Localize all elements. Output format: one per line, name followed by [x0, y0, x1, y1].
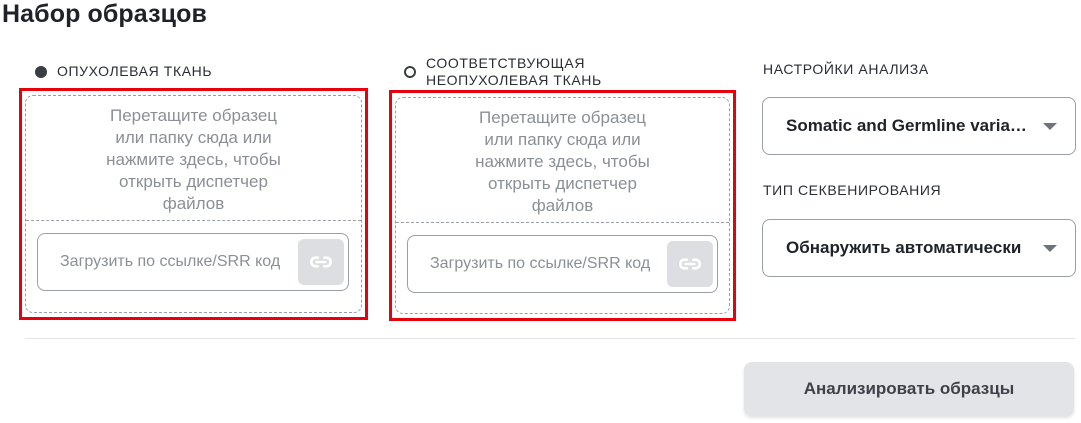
link-icon — [678, 258, 702, 270]
analysis-settings-value: Somatic and Germline variants — [786, 116, 1035, 135]
analysis-settings-label: НАСТРОЙКИ АНАЛИЗА — [763, 61, 929, 77]
page-title: Набор образцов — [2, 0, 207, 28]
analysis-settings-select[interactable]: Somatic and Germline variants — [762, 97, 1076, 155]
normal-dropzone-divider — [396, 222, 729, 223]
tumor-drop-text: Перетащите образец или папку сюда или на… — [106, 106, 281, 213]
normal-drop-text: Перетащите образец или папку сюда или на… — [475, 108, 650, 215]
tumor-dropzone[interactable]: Перетащите образец или папку сюда или на… — [25, 95, 362, 313]
normal-label[interactable]: СООТВЕТСТВУЮЩАЯ НЕОПУХОЛЕВАЯ ТКАНЬ — [404, 55, 602, 89]
sequencing-type-select[interactable]: Обнаружить автоматически — [762, 219, 1076, 277]
normal-dropzone[interactable]: Перетащите образец или папку сюда или на… — [395, 97, 730, 314]
chevron-down-icon — [1043, 245, 1057, 252]
normal-label-text: СООТВЕТСТВУЮЩАЯ НЕОПУХОЛЕВАЯ ТКАНЬ — [426, 55, 602, 88]
normal-link-button[interactable] — [667, 241, 713, 287]
section-divider — [25, 338, 1075, 339]
sequencing-type-value: Обнаружить автоматически — [786, 238, 1022, 257]
chevron-down-icon — [1043, 123, 1057, 130]
analyze-samples-button[interactable]: Анализировать образцы — [744, 362, 1074, 416]
tumor-link-button[interactable] — [298, 239, 344, 285]
radio-empty-icon[interactable] — [404, 66, 416, 78]
sequencing-type-label: ТИП СЕКВЕНИРОВАНИЯ — [763, 182, 942, 198]
tumor-label-text: ОПУХОЛЕВАЯ ТКАНЬ — [57, 63, 213, 79]
link-icon — [309, 256, 333, 268]
tumor-url-field[interactable] — [37, 233, 349, 291]
tumor-label[interactable]: ОПУХОЛЕВАЯ ТКАНЬ — [35, 63, 212, 80]
radio-selected-icon[interactable] — [35, 66, 47, 78]
tumor-dropzone-divider — [26, 220, 361, 221]
normal-url-field[interactable] — [407, 235, 718, 293]
